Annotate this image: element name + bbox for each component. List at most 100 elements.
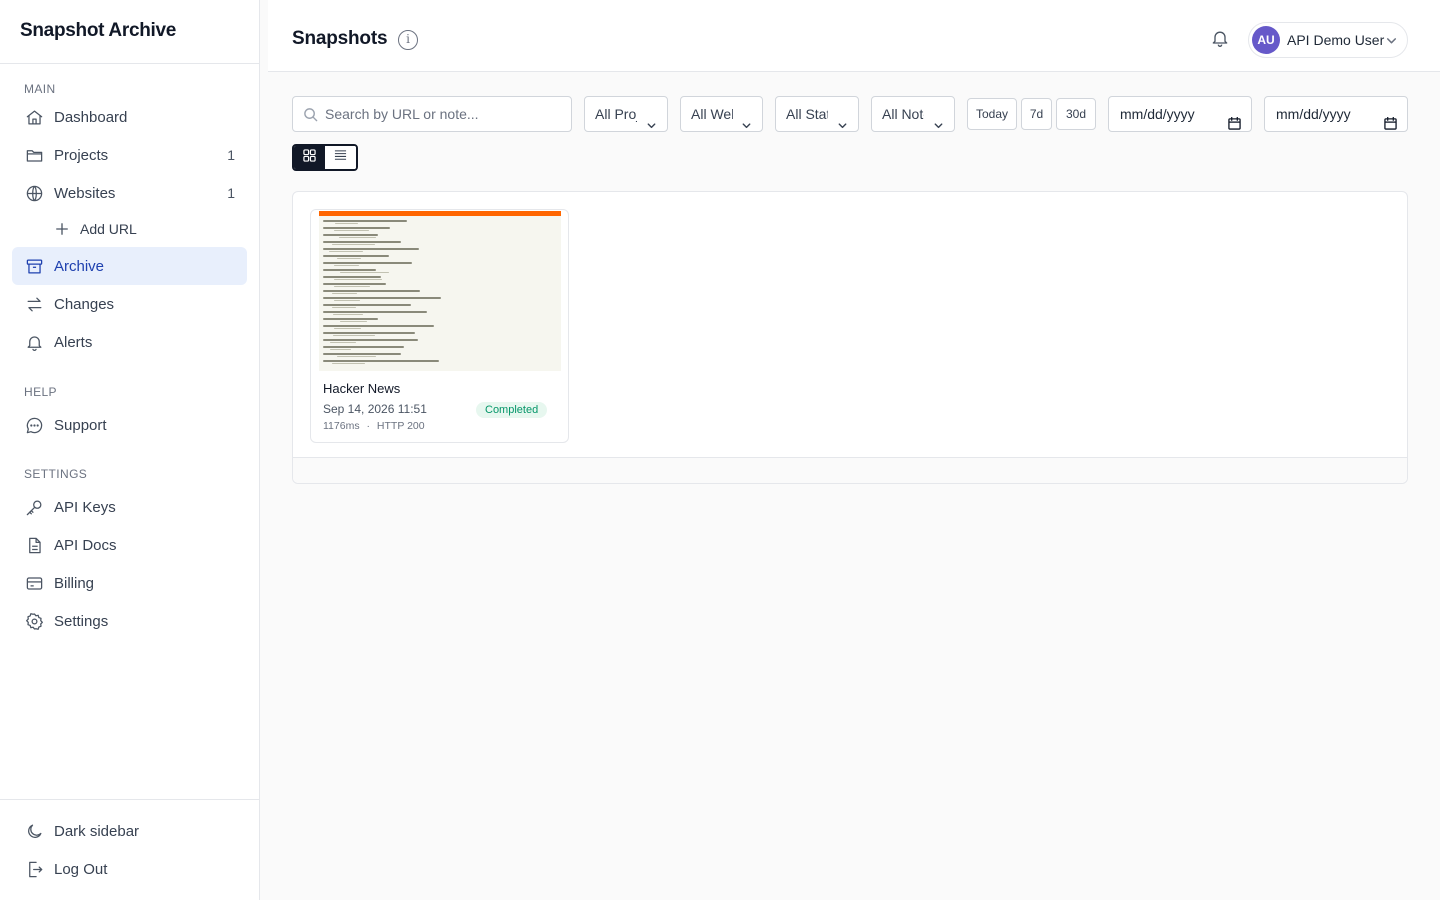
sidebar-item-label: Support	[54, 416, 107, 434]
thumbnail-text-line	[340, 272, 389, 273]
list-icon	[334, 149, 347, 167]
log-out-button[interactable]: Log Out	[12, 850, 247, 888]
status-filter-select[interactable]: All Statuses	[775, 96, 859, 132]
thumbnail-text-line	[333, 314, 363, 315]
grid-view-button[interactable]	[294, 146, 325, 169]
thumbnail-text-line	[334, 300, 360, 301]
date-from-input[interactable]: mm/dd/yyyy	[1108, 96, 1252, 132]
thumbnail-text-line	[323, 220, 407, 222]
sidebar-item-websites[interactable]: Websites 1	[12, 174, 247, 212]
folder-icon	[24, 145, 44, 165]
thumbnail-text-line	[323, 276, 381, 278]
thumbnail-text-line	[323, 346, 404, 348]
snapshot-duration: 1176ms	[323, 420, 360, 432]
sidebar-item-label: Websites	[54, 184, 116, 202]
thumbnail-text-line	[323, 269, 376, 271]
snapshot-http-status: HTTP 200	[376, 420, 425, 432]
thumbnail-text-line	[323, 353, 401, 355]
sidebar-item-alerts[interactable]: Alerts	[12, 323, 247, 361]
sidebar-item-label: Projects	[54, 146, 109, 164]
sidebar-item-label: Archive	[54, 257, 105, 275]
sidebar-item-label: Changes	[54, 295, 115, 313]
thumbnail-text-line	[335, 223, 358, 224]
thumbnail-text-line	[332, 307, 356, 308]
user-name: API Demo User	[1287, 32, 1385, 48]
chevron-down-icon	[1385, 34, 1398, 47]
page-title: Snapshots	[292, 28, 388, 49]
website-filter-value: All Websites	[691, 106, 733, 122]
sidebar-item-dashboard[interactable]: Dashboard	[12, 98, 247, 136]
grid-footer	[293, 457, 1407, 483]
thumbnail-text-line	[323, 304, 411, 306]
search-input[interactable]	[325, 97, 565, 131]
sidebar-item-label: Dark sidebar	[54, 822, 140, 840]
thumbnail-text-line	[323, 290, 420, 292]
thumbnail-text-line	[334, 286, 370, 287]
status-badge: Completed	[476, 402, 548, 418]
sidebar-item-label: Billing	[54, 574, 95, 592]
thumbnail-text-line	[330, 342, 356, 343]
snapshot-date: Sep 14, 2026 11:51	[323, 402, 427, 416]
sidebar-item-billing[interactable]: Billing	[12, 564, 247, 602]
plus-icon	[54, 221, 70, 237]
snapshot-title: Hacker News	[323, 381, 401, 396]
sidebar-item-support[interactable]: Support	[12, 406, 247, 444]
list-view-button[interactable]	[325, 146, 356, 169]
top-header: Snapshots i AU API Demo User	[268, 0, 1440, 72]
website-filter-select[interactable]: All Websites	[680, 96, 763, 132]
search-box	[292, 96, 572, 132]
thumbnail-text-line	[340, 321, 367, 322]
sidebar-item-label: Add URL	[80, 221, 137, 237]
chevron-down-icon	[933, 109, 944, 129]
thumbnail-text-line	[323, 283, 386, 285]
thumbnail-text-line	[323, 339, 418, 341]
moon-icon	[24, 821, 44, 841]
document-icon	[24, 535, 44, 555]
sidebar-item-changes[interactable]: Changes	[12, 285, 247, 323]
key-icon	[24, 497, 44, 517]
sidebar-item-api-keys[interactable]: API Keys	[12, 488, 247, 526]
thumbnail-header-bar	[319, 211, 561, 216]
date-to-value: mm/dd/yyyy	[1276, 106, 1351, 122]
project-filter-select[interactable]: All Projects	[584, 96, 668, 132]
view-mode-toggle	[292, 144, 358, 171]
sidebar-item-projects[interactable]: Projects 1	[12, 136, 247, 174]
thumbnail-text-line	[334, 230, 369, 231]
brand-logo[interactable]: Snapshot Archive	[0, 0, 259, 64]
notes-filter-select[interactable]: All Notes	[871, 96, 955, 132]
thumbnail-text-line	[333, 335, 375, 336]
thumbnail-text-line	[323, 234, 378, 236]
bell-icon	[24, 332, 44, 352]
thumbnail-text-line	[330, 349, 351, 350]
notification-bell-icon[interactable]	[1210, 28, 1230, 48]
dark-sidebar-toggle[interactable]: Dark sidebar	[12, 812, 247, 850]
sidebar-item-label: Settings	[54, 612, 109, 630]
log-out-icon	[24, 859, 44, 879]
range-today-button[interactable]: Today	[967, 98, 1017, 130]
thumbnail-text-line	[332, 363, 365, 364]
snapshot-card[interactable]: Hacker News Sep 14, 2026 11:51 Completed…	[310, 209, 569, 443]
info-icon[interactable]: i	[398, 30, 418, 50]
range-7d-button[interactable]: 7d	[1021, 98, 1052, 130]
sidebar-item-label: Log Out	[54, 860, 108, 878]
status-filter-value: All Statuses	[786, 106, 828, 122]
user-menu-button[interactable]: AU API Demo User	[1248, 22, 1408, 58]
calendar-icon	[1228, 108, 1241, 130]
sidebar-item-settings[interactable]: Settings	[12, 602, 247, 640]
date-to-input[interactable]: mm/dd/yyyy	[1264, 96, 1408, 132]
thumbnail-text-line	[323, 332, 415, 334]
thumbnail-text-line	[323, 311, 427, 313]
thumbnail-text-line	[323, 227, 390, 229]
sidebar-item-label: API Keys	[54, 498, 116, 516]
sidebar-item-archive[interactable]: Archive	[12, 247, 247, 285]
thumbnail-text-line	[337, 356, 376, 357]
thumbnail-text-line	[323, 360, 439, 362]
range-30d-button[interactable]: 30d	[1056, 98, 1096, 130]
thumbnail-text-line	[323, 262, 412, 264]
sidebar-item-api-docs[interactable]: API Docs	[12, 526, 247, 564]
thumbnail-text-line	[323, 318, 378, 320]
calendar-icon	[1384, 108, 1397, 130]
meta-separator: ·	[366, 420, 371, 432]
sidebar-item-add-url[interactable]: Add URL	[54, 212, 259, 246]
globe-icon	[24, 183, 44, 203]
